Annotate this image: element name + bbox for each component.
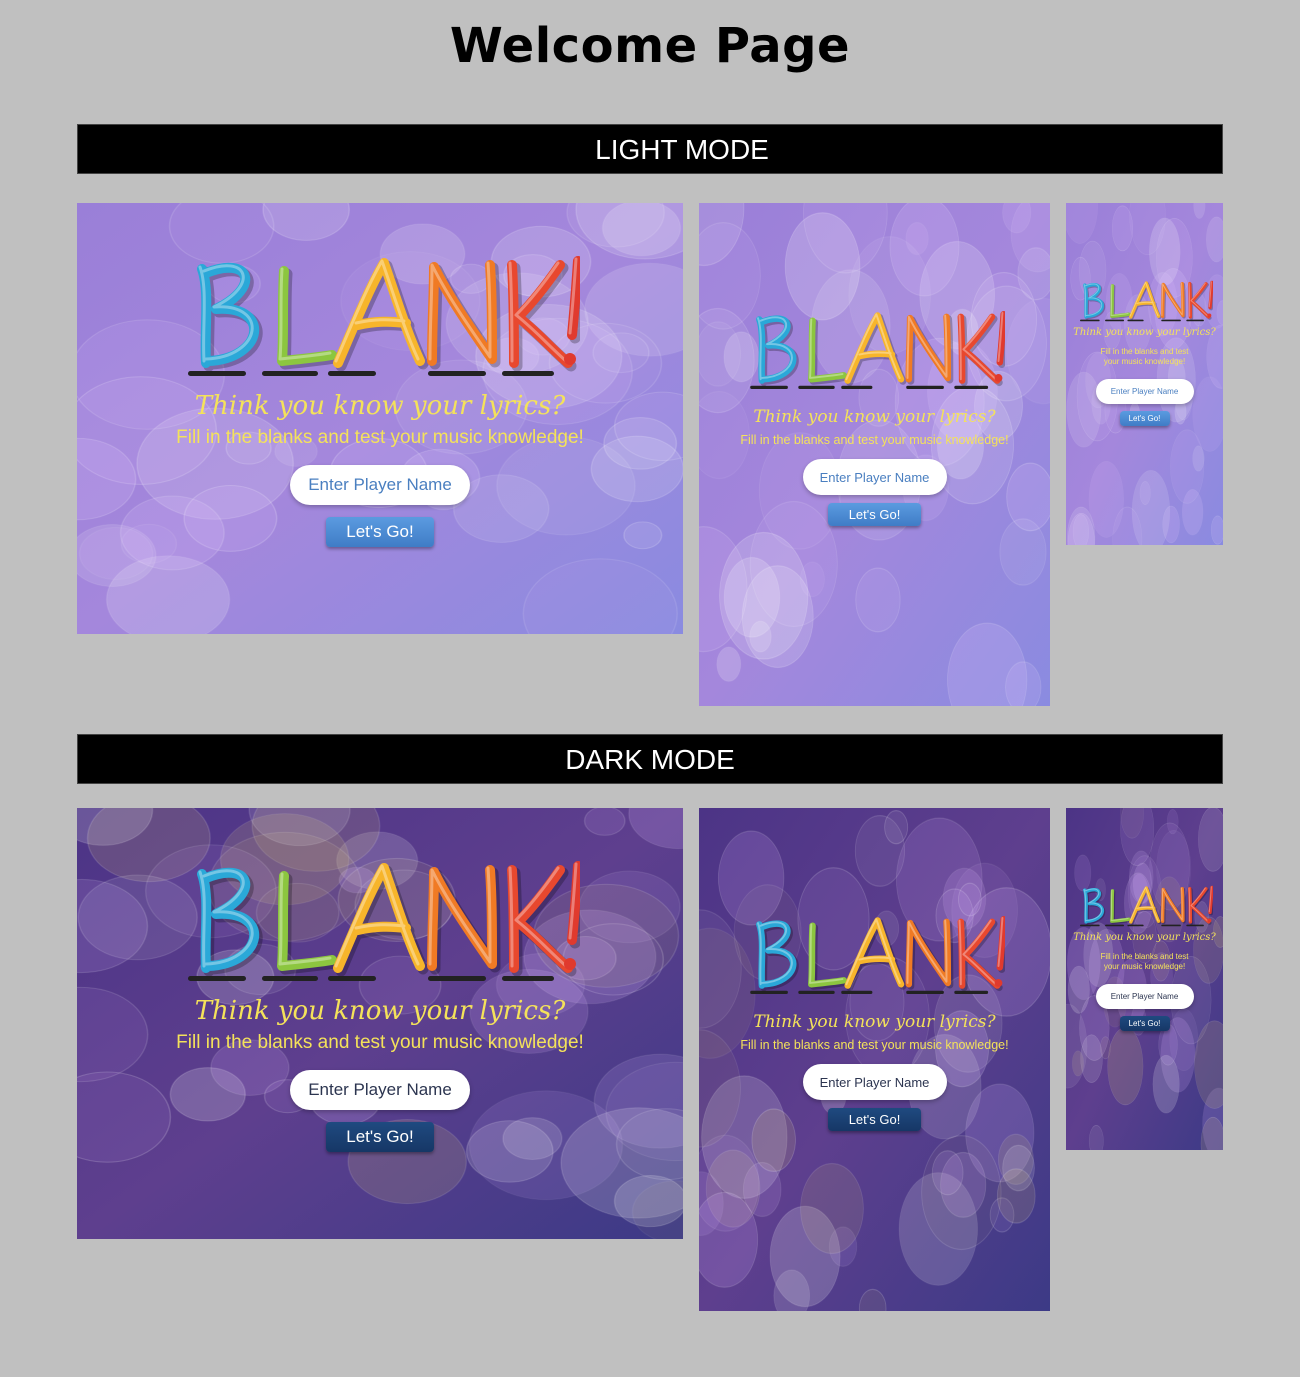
blank-logo [1079,885,1213,927]
player-name-input[interactable] [802,459,947,495]
player-name-input[interactable] [1095,379,1194,404]
subtitle: Fill in the blanks and test your music k… [176,1032,584,1053]
light-mobile-preview: Think you know your lyrics? Fill in the … [1066,203,1223,545]
dark-mobile-preview: Think you know your lyrics? Fill in the … [1066,808,1223,1150]
dark-desktop-preview: Think you know your lyrics? Fill in the … [77,808,683,1239]
blank-logo [188,861,580,981]
light-desktop-preview: Think you know your lyrics? Fill in the … [77,203,683,634]
player-name-input[interactable] [1095,984,1194,1009]
subtitle: Fill in the blanks and test your music k… [176,427,584,448]
subtitle-line-2: your music knowledge! [1103,962,1186,971]
blank-logo [188,256,580,376]
light-tablet-preview: Think you know your lyrics? Fill in the … [699,203,1050,706]
subtitle: Fill in the blanks and test your music k… [740,433,1009,447]
dark-mode-label: DARK MODE [565,744,735,775]
lets-go-button[interactable]: Let's Go! [1119,1016,1170,1031]
subtitle: Fill in the blanks and test your music k… [1090,347,1200,367]
dark-tablet-preview: Think you know your lyrics? Fill in the … [699,808,1050,1311]
blank-logo [749,311,1005,389]
blank-logo [749,916,1005,994]
lets-go-button[interactable]: Let's Go! [1119,411,1170,426]
tagline: Think you know your lyrics? [194,391,566,421]
subtitle: Fill in the blanks and test your music k… [1090,952,1200,972]
tagline: Think you know your lyrics? [194,996,566,1026]
tagline: Think you know your lyrics? [1073,932,1216,943]
subtitle-line-1: Fill in the blanks and test [1100,952,1189,961]
player-name-input[interactable] [290,465,470,505]
player-name-input[interactable] [290,1070,470,1110]
tagline: Think you know your lyrics? [753,407,996,427]
lets-go-button[interactable]: Let's Go! [828,503,921,526]
lets-go-button[interactable]: Let's Go! [326,1122,434,1152]
page-title: Welcome Page [449,18,851,74]
subtitle-line-1: Fill in the blanks and test [1100,347,1189,356]
dark-mode-header: DARK MODE [77,734,1223,784]
blank-logo [1079,280,1213,322]
tagline: Think you know your lyrics? [753,1012,996,1032]
subtitle-line-2: your music knowledge! [1103,357,1186,366]
player-name-input[interactable] [802,1064,947,1100]
light-mode-label: LIGHT MODE [595,134,769,165]
light-mode-header: LIGHT MODE [77,124,1223,174]
lets-go-button[interactable]: Let's Go! [326,517,434,547]
tagline: Think you know your lyrics? [1073,327,1216,338]
lets-go-button[interactable]: Let's Go! [828,1108,921,1131]
subtitle: Fill in the blanks and test your music k… [740,1038,1009,1052]
